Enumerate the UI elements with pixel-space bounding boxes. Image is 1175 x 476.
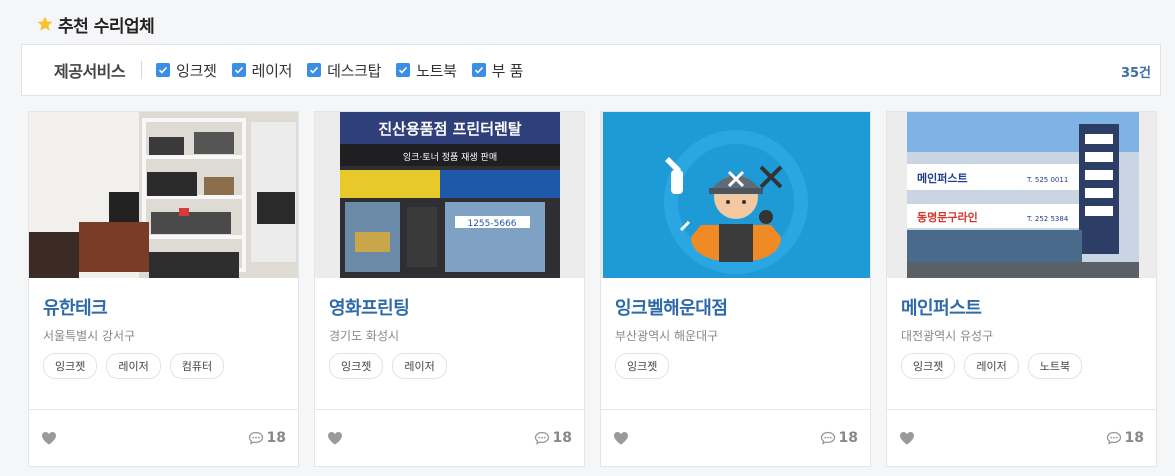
shop-card[interactable]: 유한테크 서울특별시 강서구 잉크젯 레이저 컴퓨터 18 — [28, 111, 299, 467]
card-footer: 18 — [29, 409, 298, 466]
repairman-illustration[interactable] — [601, 112, 870, 278]
building-sign-1: 메인퍼스트 — [917, 171, 968, 185]
heart-icon[interactable] — [41, 431, 57, 445]
heart-icon[interactable] — [899, 431, 915, 445]
filter-laser[interactable]: 레이저 — [231, 60, 293, 81]
shop-location: 부산광역시 해운대구 — [615, 329, 719, 343]
workshop-shelves-photo[interactable] — [29, 112, 298, 278]
filter-laser-label: 레이저 — [251, 61, 293, 80]
filter-label: 제공서비스 — [54, 62, 126, 81]
shop-location: 서울특별시 강서구 — [43, 329, 136, 343]
star-icon — [37, 16, 53, 31]
filter-parts-label: 부 품 — [491, 61, 524, 80]
service-tag: 잉크젯 — [43, 353, 98, 379]
service-tag: 노트북 — [1027, 353, 1083, 379]
heart-icon[interactable] — [613, 431, 629, 445]
service-tag: 잉크젯 — [615, 353, 670, 379]
comment-count-group[interactable]: 18 — [248, 430, 286, 446]
building-phone-2: T. 252 5384 — [1026, 215, 1069, 223]
card-footer: 18 — [601, 409, 870, 466]
checkbox-checked-icon[interactable] — [231, 63, 246, 77]
service-tag: 레이저 — [392, 353, 447, 379]
checkbox-checked-icon[interactable] — [396, 63, 411, 77]
service-filter-bar: 제공서비스 잉크젯 레이저 데스크탑 노트북 부 품 35건 — [21, 44, 1161, 96]
comment-count: 18 — [552, 430, 572, 446]
store-sub-sign: 잉크·토너 정품 재생 판매 — [403, 151, 497, 163]
comment-icon — [248, 431, 263, 445]
service-tags: 잉크젯 레이저 노트북 — [901, 353, 1142, 379]
filter-inkjet[interactable]: 잉크젯 — [156, 60, 217, 81]
store-main-sign: 진산용품점 프린터렌탈 — [378, 120, 521, 138]
comment-count-group[interactable]: 18 — [1106, 430, 1144, 446]
filter-inkjet-label: 잉크젯 — [176, 61, 217, 80]
filter-desktop[interactable]: 데스크탑 — [307, 60, 381, 81]
building-sign-2: 동명문구라인 — [917, 210, 978, 224]
checkbox-checked-icon[interactable] — [156, 63, 171, 77]
filter-desktop-label: 데스크탑 — [327, 61, 382, 80]
card-footer: 18 — [887, 409, 1156, 466]
comment-icon — [820, 431, 835, 445]
comment-icon — [534, 431, 549, 445]
shop-card[interactable]: 진산용품점 프린터렌탈 잉크·토너 정품 재생 판매 1255-5666 영화프… — [314, 111, 585, 467]
shop-name[interactable]: 잉크벨해운대점 — [615, 294, 856, 320]
filter-divider — [141, 61, 143, 79]
comment-count: 18 — [838, 430, 858, 446]
heart-icon[interactable] — [327, 431, 343, 445]
store-phone-sign: 1255-5666 — [467, 219, 516, 229]
comment-count-group[interactable]: 18 — [534, 430, 572, 446]
comment-icon — [1106, 431, 1121, 445]
comment-count: 18 — [1124, 430, 1144, 446]
service-tag: 레이저 — [964, 353, 1019, 379]
service-tag: 잉크젯 — [901, 353, 956, 379]
shop-name[interactable]: 메인퍼스트 — [901, 294, 1142, 320]
shop-name[interactable]: 영화프린팅 — [329, 294, 570, 320]
service-tags: 잉크젯 레이저 컴퓨터 — [43, 353, 284, 379]
section-heading: 추천 수리업체 — [36, 13, 155, 37]
shop-card[interactable]: 메인퍼스트 T. 525 0011 동명문구라인 T. 252 5384 메인퍼… — [886, 111, 1157, 467]
shop-location: 경기도 화성시 — [329, 329, 400, 343]
service-tag: 레이저 — [106, 353, 161, 379]
section-title: 추천 수리업체 — [58, 16, 155, 37]
building-photo[interactable]: 메인퍼스트 T. 525 0011 동명문구라인 T. 252 5384 — [887, 112, 1156, 278]
building-phone-1: T. 525 0011 — [1026, 176, 1068, 184]
card-footer: 18 — [315, 409, 584, 466]
service-tags: 잉크젯 레이저 — [329, 353, 570, 379]
shop-card[interactable]: 잉크벨해운대점 부산광역시 해운대구 잉크젯 18 — [600, 111, 871, 467]
service-tags: 잉크젯 — [615, 353, 856, 379]
comment-count-group[interactable]: 18 — [820, 430, 858, 446]
filter-notebook-label: 노트북 — [416, 61, 457, 80]
filter-parts[interactable]: 부 품 — [471, 60, 524, 81]
service-tag: 잉크젯 — [329, 353, 384, 379]
filter-notebook[interactable]: 노트북 — [396, 60, 457, 81]
checkbox-checked-icon[interactable] — [471, 63, 486, 77]
shop-location: 대전광역시 유성구 — [901, 329, 994, 343]
result-count: 35건 — [1120, 66, 1151, 81]
shop-card-list: 유한테크 서울특별시 강서구 잉크젯 레이저 컴퓨터 18 진산용품점 프린터렌… — [28, 111, 1157, 467]
comment-count: 18 — [266, 430, 286, 446]
shop-name[interactable]: 유한테크 — [43, 294, 284, 320]
service-tag: 컴퓨터 — [169, 353, 225, 379]
storefront-photo[interactable]: 진산용품점 프린터렌탈 잉크·토너 정품 재생 판매 1255-5666 — [315, 112, 584, 278]
checkbox-checked-icon[interactable] — [307, 63, 322, 77]
